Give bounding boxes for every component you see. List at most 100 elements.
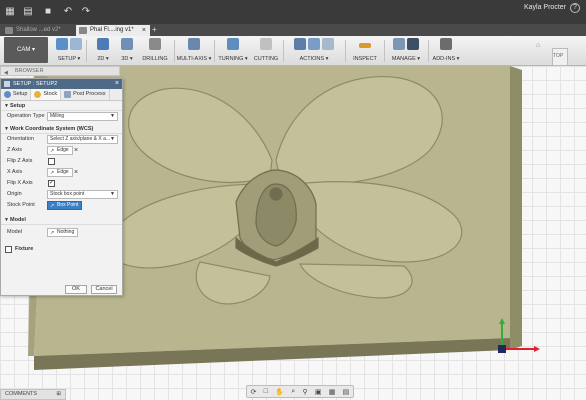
add-ins-icon [440, 38, 452, 50]
save-icon[interactable]: ■ [42, 6, 54, 18]
tab-stock[interactable]: Stock [31, 89, 62, 100]
display-settings-icon[interactable]: ▣ [315, 388, 322, 396]
setup-group[interactable]: SETUP ▾ [54, 38, 84, 62]
2d-pocket-icon [97, 38, 109, 50]
view-cube[interactable]: ⌂ TOP [536, 42, 572, 72]
undo-icon[interactable]: ↶ [62, 6, 74, 18]
tab-shallow[interactable]: Shallow ...ed v2* [2, 25, 72, 36]
file-icon[interactable]: ▤ [22, 6, 34, 18]
template-icon [407, 38, 419, 50]
x-axis-selection[interactable]: ↗ Edge [47, 168, 73, 177]
divider [174, 40, 175, 62]
stock-right-face [510, 66, 522, 350]
redo-icon[interactable]: ↷ [80, 6, 92, 18]
cursor-icon: ↗ [50, 203, 55, 209]
flip-z-checkbox[interactable] [48, 158, 55, 165]
tab-label: Setup [13, 91, 28, 97]
model-selection[interactable]: ↗ Nothing [47, 228, 79, 237]
clear-selection-icon[interactable]: × [74, 146, 78, 155]
close-icon[interactable]: × [142, 25, 146, 36]
add-ins-label: ADD-INS ▾ [432, 56, 460, 62]
stock-point-selection[interactable]: ↗ Box Point [47, 201, 83, 210]
close-icon[interactable]: × [115, 79, 119, 89]
orbit-icon[interactable]: ⟳ [251, 388, 257, 396]
look-at-icon[interactable]: □ [264, 388, 268, 395]
flip-x-row: Flip X Axis ✓ [1, 178, 122, 189]
cancel-button[interactable]: Cancel [91, 285, 117, 294]
expand-icon[interactable]: ⊞ [56, 390, 61, 399]
grid-settings-icon[interactable]: ▦ [329, 388, 336, 396]
x-axis-row: X Axis ↗ Edge × [1, 167, 122, 178]
origin-value: Stock box point [50, 191, 85, 197]
turning-group[interactable]: TURNING ▾ [216, 38, 250, 62]
x-axis-label: X Axis [7, 169, 23, 175]
help-icon[interactable]: ? [570, 3, 580, 13]
workspace-switcher[interactable]: CAM ▾ [4, 37, 48, 63]
ok-button[interactable]: OK [65, 285, 87, 294]
setup-dialog: SETUP : SETUP2 × Setup Stock Post Proces… [0, 78, 123, 296]
section-label: Model [10, 217, 26, 223]
3d-label: 3D ▾ [121, 56, 133, 62]
section-model[interactable]: ▼ Model [1, 215, 122, 225]
model-value: Nothing [57, 229, 75, 235]
multi-axis-icon [188, 38, 200, 50]
orientation-label: Orientation [7, 136, 34, 142]
3d-group[interactable]: 3D ▾ [114, 38, 140, 62]
inspect-group[interactable]: INSPECT [348, 38, 382, 62]
divider [86, 40, 87, 62]
chevron-down-icon: ▼ [4, 217, 9, 223]
manage-group[interactable]: MANAGE ▾ [386, 38, 426, 62]
drilling-label: DRILLING [142, 56, 168, 62]
z-axis-row: Z Axis ↗ Edge × [1, 145, 122, 156]
tool-library-icon [393, 38, 405, 50]
comments-panel[interactable]: COMMENTS ⊞ [0, 389, 66, 400]
section-setup[interactable]: ▼ Setup [1, 101, 122, 111]
browser-header[interactable]: ◀ BROWSER [0, 66, 120, 76]
clear-selection-icon[interactable]: × [74, 168, 78, 177]
divider [214, 40, 215, 62]
new-tab-icon[interactable]: + [152, 25, 157, 34]
user-name[interactable]: Kayla Procter [524, 4, 566, 11]
zoom-window-icon[interactable]: ⚲ [302, 388, 307, 396]
tab-post-process[interactable]: Post Process [61, 89, 110, 100]
viewports-icon[interactable]: ▤ [343, 388, 350, 396]
operation-type-select[interactable]: Milling ▼ [47, 112, 118, 121]
origin-box [498, 345, 506, 353]
cutting-icon [260, 38, 272, 50]
tab-setup[interactable]: Setup [1, 89, 32, 100]
operation-type-row: Operation Type Milling ▼ [1, 111, 122, 122]
add-ins-group[interactable]: ADD-INS ▾ [430, 38, 462, 62]
tab-label: Shallow ...ed v2* [16, 27, 61, 33]
z-axis-selection[interactable]: ↗ Edge [47, 146, 73, 155]
stock-point-value: Box Point [57, 202, 79, 208]
document-icon [79, 27, 87, 34]
tab-label: Stock [43, 91, 58, 97]
section-wcs[interactable]: ▼ Work Coordinate System (WCS) [1, 124, 122, 134]
app-grid-icon[interactable]: ▦ [4, 6, 16, 18]
chevron-down-icon: ▼ [110, 113, 115, 119]
cutting-group[interactable]: CUTTING [252, 38, 280, 62]
divider [283, 40, 284, 62]
flip-x-checkbox[interactable]: ✓ [48, 180, 55, 187]
actions-group[interactable]: ACTIONS ▾ [285, 38, 343, 62]
chevron-down-icon: ▼ [110, 191, 115, 197]
fixture-checkbox[interactable] [5, 246, 12, 253]
orientation-value: Select Z axis/plane & X a... [50, 136, 111, 142]
origin-select[interactable]: Stock box point ▼ [47, 190, 118, 199]
measure-icon [359, 43, 371, 48]
x-axis-arrow [534, 346, 540, 352]
dialog-header[interactable]: SETUP : SETUP2 × [1, 79, 122, 89]
multi-axis-group[interactable]: MULTI-AXIS ▾ [176, 38, 212, 62]
chevron-down-icon: ▼ [4, 126, 9, 132]
pan-icon[interactable]: ✋ [275, 388, 284, 396]
home-icon[interactable]: ⌂ [536, 42, 540, 49]
orientation-select[interactable]: Select Z axis/plane & X a... ▼ [47, 135, 118, 144]
drilling-group[interactable]: DRILLING [140, 38, 170, 62]
tab-phal[interactable]: Phal Fl....ing v1* × [76, 25, 150, 36]
collapse-icon[interactable]: ◀ [4, 69, 8, 78]
operation-type-label: Operation Type [7, 113, 45, 119]
fixture-row: Fixture [1, 244, 122, 255]
inspect-label: INSPECT [353, 56, 377, 62]
chevron-down-icon: ▼ [110, 136, 115, 142]
zoom-icon[interactable]: ⌕ [291, 388, 295, 396]
